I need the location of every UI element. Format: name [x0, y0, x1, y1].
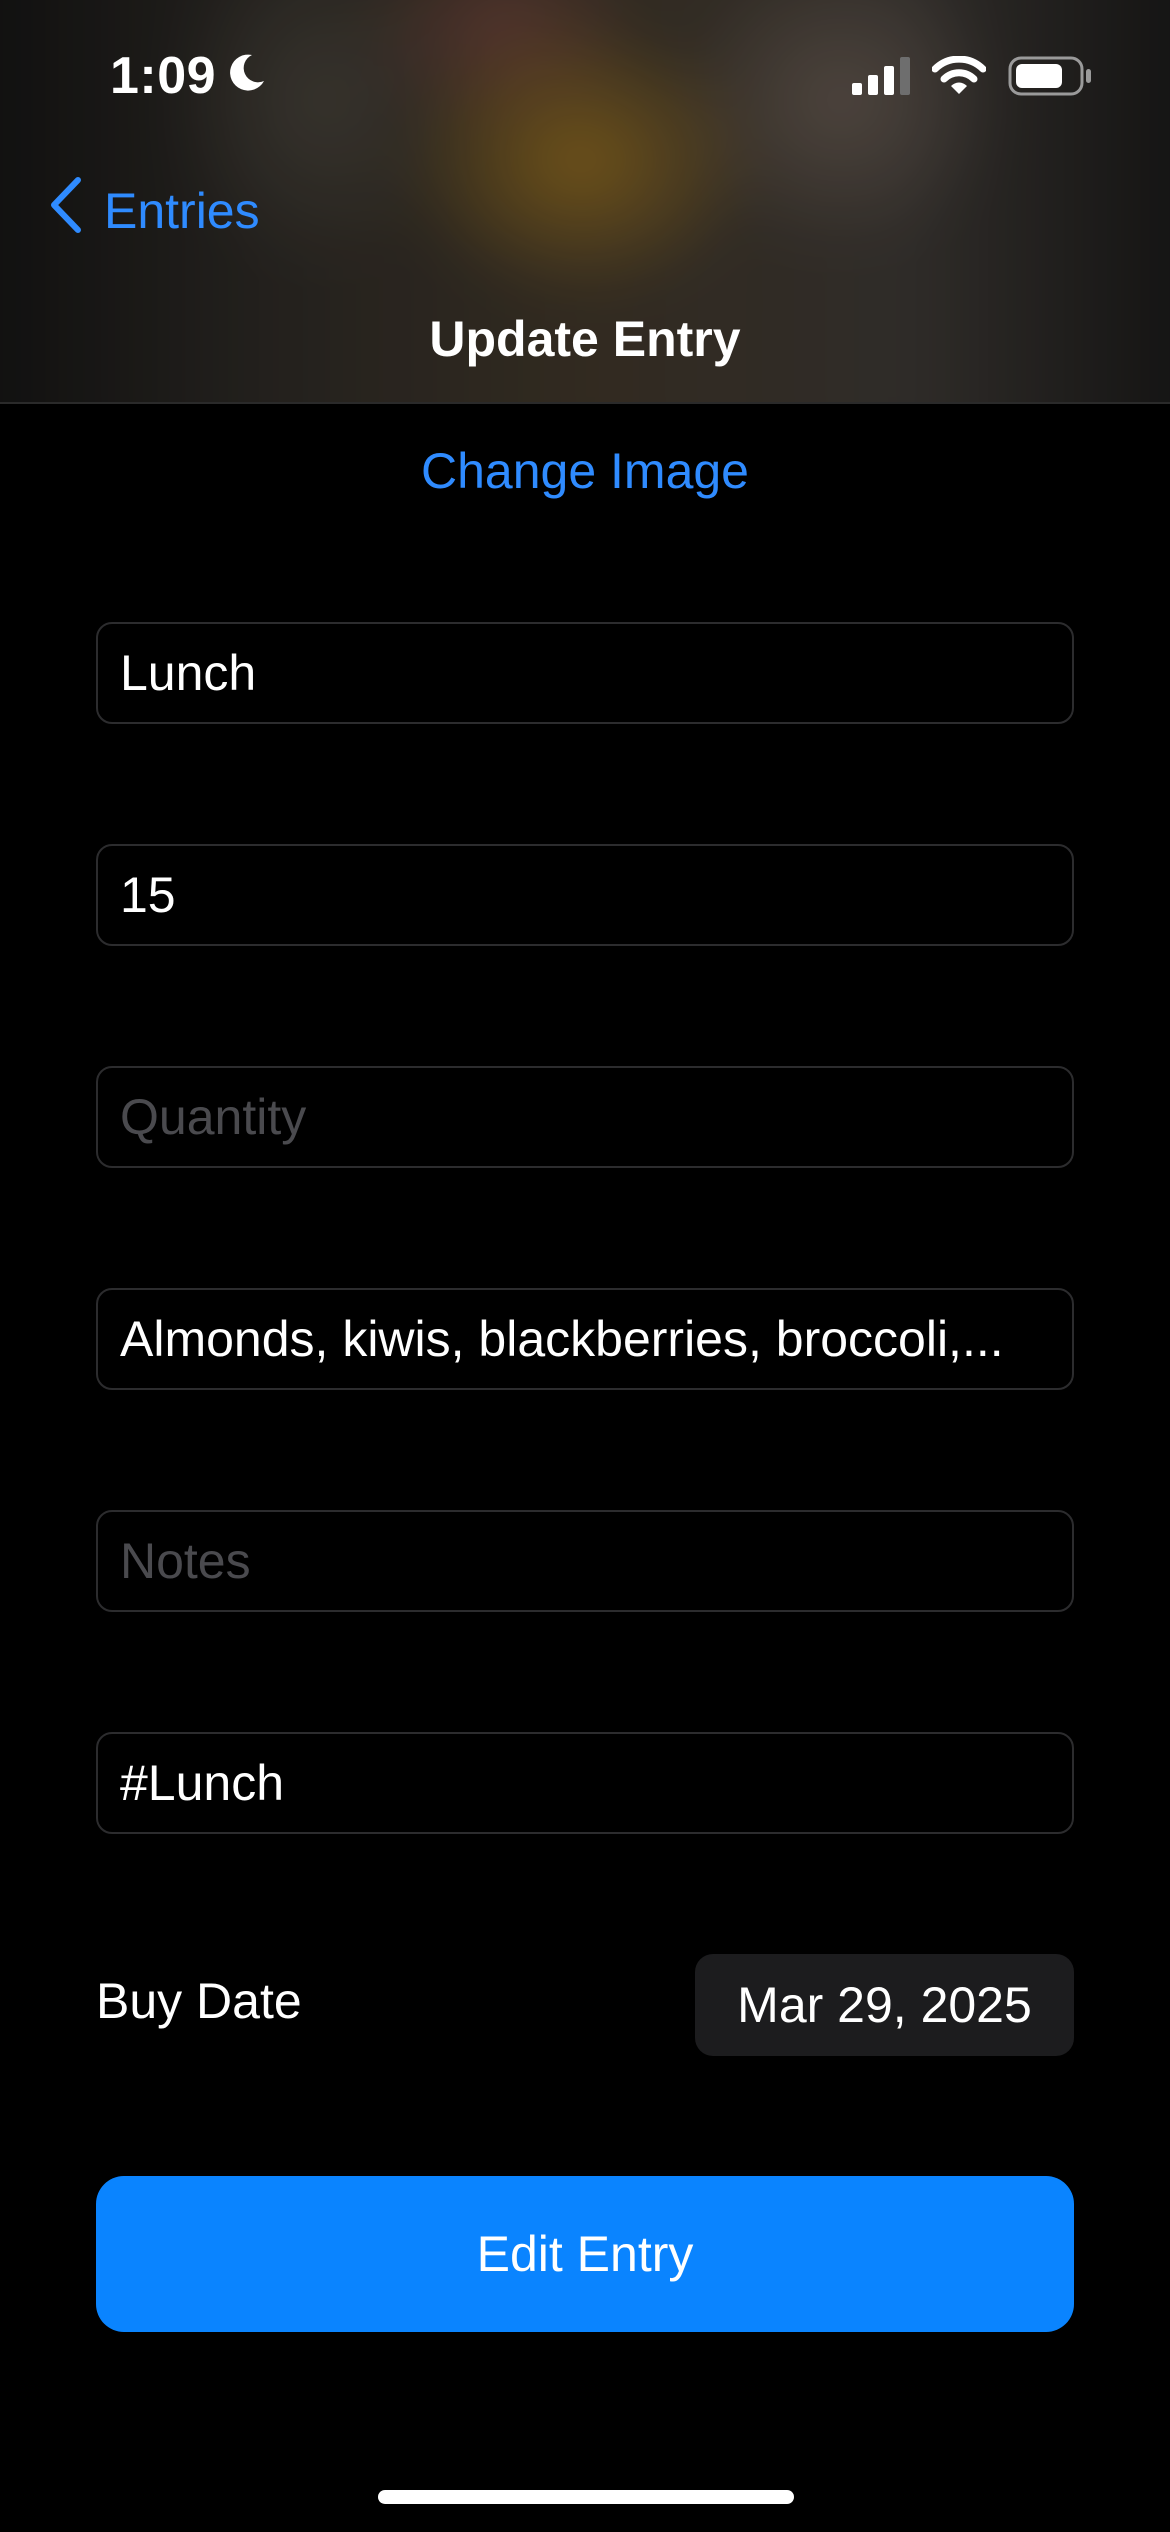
- notes-field[interactable]: Notes: [96, 1510, 1074, 1612]
- ingredients-field[interactable]: Almonds, kiwis, blackberries, broccoli,.…: [96, 1288, 1074, 1390]
- moon-icon: [226, 46, 268, 106]
- edit-entry-button[interactable]: Edit Entry: [96, 2176, 1074, 2332]
- change-image-button[interactable]: Change Image: [0, 442, 1170, 500]
- page-title: Update Entry: [429, 311, 741, 367]
- quantity-field[interactable]: Quantity: [96, 1066, 1074, 1168]
- status-time: 1:09: [110, 46, 268, 106]
- chevron-left-icon: [48, 176, 84, 246]
- tags-field[interactable]: #Lunch: [96, 1732, 1074, 1834]
- wifi-icon: [931, 55, 987, 101]
- home-indicator[interactable]: [378, 2490, 794, 2504]
- buy-date-picker[interactable]: Mar 29, 2025: [695, 1954, 1074, 2056]
- entry-amount-field[interactable]: 15: [96, 844, 1074, 946]
- entry-name-field[interactable]: Lunch: [96, 622, 1074, 724]
- back-button-label: Entries: [104, 183, 260, 239]
- navigation-header: 1:09 Entries Update Entry: [0, 0, 1170, 404]
- update-entry-screen: 1:09 Entries Update Entry Change Image L…: [0, 0, 1170, 2532]
- back-button[interactable]: Entries: [48, 176, 260, 246]
- battery-icon: [1008, 56, 1092, 101]
- status-icons: [852, 55, 1092, 101]
- cellular-signal-icon: [852, 57, 910, 100]
- status-time-text: 1:09: [110, 47, 217, 105]
- buy-date-label: Buy Date: [96, 1973, 302, 2029]
